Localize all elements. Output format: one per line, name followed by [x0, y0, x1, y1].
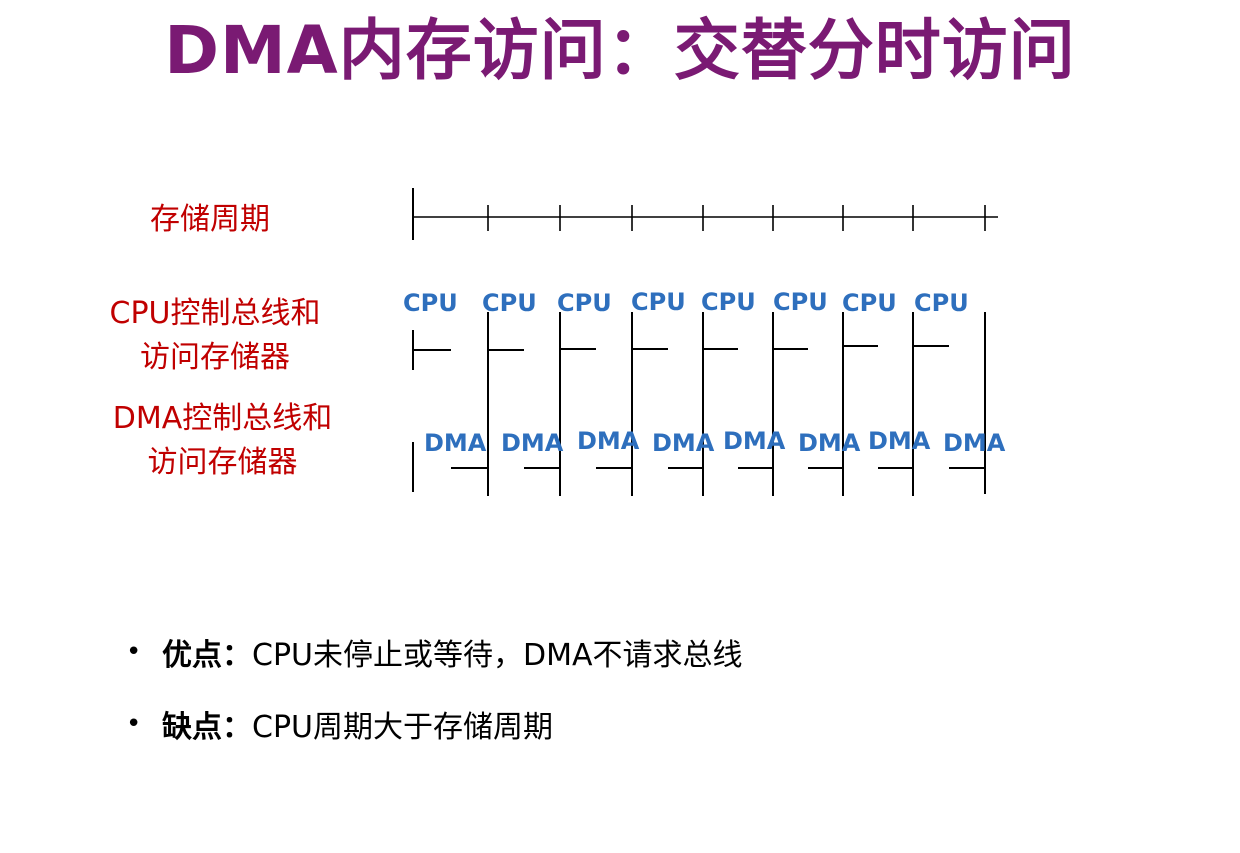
bullet-dot: • [126, 709, 142, 739]
cpu-tag: CPU [403, 289, 458, 317]
cpu-tag: CPU [631, 288, 686, 316]
bullet-dot: • [126, 637, 142, 667]
cpu-tag: CPU [482, 289, 537, 317]
bullet-key: 优点 [162, 638, 222, 673]
bullet-separator: ： [222, 710, 252, 745]
cpu-tag: CPU [557, 289, 612, 317]
bullet-text: CPU未停止或等待，DMA不请求总线 [252, 638, 743, 673]
bullet-text: CPU周期大于存储周期 [252, 710, 553, 745]
dma-tag: DMA [577, 427, 640, 455]
dma-tag: DMA [501, 429, 564, 457]
dma-tag: DMA [723, 427, 786, 455]
bullet-advantage: • 优点 ： CPU未停止或等待，DMA不请求总线 [126, 616, 743, 688]
bullet-separator: ： [222, 638, 252, 673]
cpu-tag: CPU [914, 289, 969, 317]
dma-tag: DMA [424, 429, 487, 457]
dma-tag: DMA [868, 427, 931, 455]
bullet-list: • 优点 ： CPU未停止或等待，DMA不请求总线 • 缺点 ： CPU周期大于… [126, 616, 743, 760]
cpu-tag: CPU [842, 289, 897, 317]
bullet-disadvantage: • 缺点 ： CPU周期大于存储周期 [126, 688, 743, 760]
dma-tag: DMA [943, 429, 1006, 457]
dma-tag: DMA [798, 429, 861, 457]
bullet-key: 缺点 [162, 710, 222, 745]
cpu-tag: CPU [773, 288, 828, 316]
dma-tag: DMA [652, 429, 715, 457]
cpu-tag: CPU [701, 288, 756, 316]
